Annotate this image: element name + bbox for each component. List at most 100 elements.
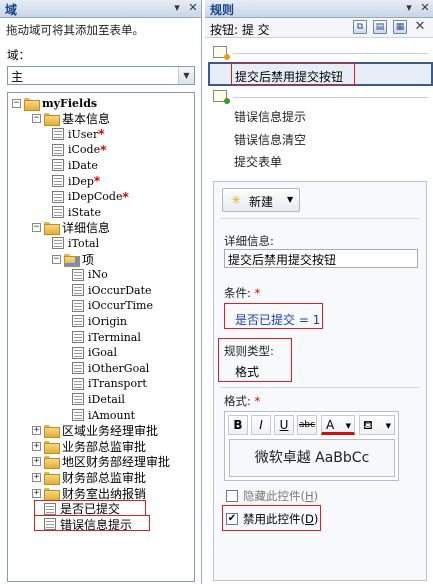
tree-group-item[interactable]: − 基本信息	[32, 111, 110, 127]
delete-icon[interactable]: ✕	[413, 20, 427, 34]
pane-close-icon[interactable]: ✕	[420, 1, 430, 14]
rule-item-submit-form[interactable]: 提交表单	[234, 153, 282, 170]
field-icon	[72, 284, 84, 297]
chevron-down-icon[interactable]: ▼	[178, 67, 194, 84]
data-source-select[interactable]: 主 ▼	[7, 66, 195, 85]
folder-icon	[44, 471, 60, 485]
tree-item-label: iUser	[68, 127, 99, 141]
condition-label: 条件: *	[224, 286, 261, 300]
tree-field-item[interactable]: iGoal	[72, 345, 117, 361]
tree-field-item[interactable]: iDep *	[52, 173, 100, 189]
fill-color-button[interactable]: ⛾ ▼	[359, 415, 395, 435]
action-rule-icon	[213, 90, 230, 104]
disable-control-label: 禁用此控件(D)	[243, 512, 319, 526]
highlight-box	[231, 63, 355, 86]
field-icon	[72, 393, 84, 406]
rules-pane-title: 规则	[210, 3, 235, 17]
hide-control-checkbox[interactable]: 隐藏此控件(H)	[226, 488, 318, 504]
copy-rule-icon[interactable]: ⧉	[353, 20, 367, 34]
tree-group-item[interactable]: + 业务部总监审批	[32, 438, 146, 454]
tree-field-item[interactable]: iCode *	[52, 142, 106, 158]
tree-group-item[interactable]: + 地区财务部经理审批	[32, 454, 170, 470]
italic-button[interactable]: I	[251, 415, 271, 435]
rule-details-panel: ✳ 新建 ▼ 详细信息: 提交后禁用提交按钮 条件: * 是否已提交 = 1 规…	[213, 181, 427, 581]
new-rule-button[interactable]: ✳ 新建 ▼	[222, 188, 300, 212]
expand-icon[interactable]: +	[32, 441, 41, 451]
field-icon	[52, 175, 64, 187]
collapse-icon[interactable]: −	[32, 223, 41, 233]
rule-item-error-prompt[interactable]: 错误信息提示	[234, 108, 306, 125]
bold-button[interactable]: B	[228, 415, 248, 435]
tree-item-label: iNo	[88, 268, 108, 282]
tree-group-item[interactable]: − 详细信息	[32, 220, 110, 236]
tree-group-item[interactable]: − 项	[52, 251, 94, 267]
expand-icon[interactable]: +	[32, 472, 41, 482]
tree-field-item[interactable]: iUser *	[52, 126, 104, 142]
separator	[220, 387, 420, 388]
tree-item-label: iDep	[68, 174, 94, 188]
fields-label: 域：	[7, 48, 30, 62]
fields-pane-title: 域	[5, 3, 18, 17]
tree-item-label: iOccurDate	[88, 283, 152, 297]
tree-field-item[interactable]: iOtherGoal	[72, 360, 149, 376]
tree-group-item[interactable]: − myFields	[12, 95, 97, 111]
field-icon	[72, 346, 84, 359]
field-icon	[52, 143, 64, 156]
tree-field-item[interactable]: iTerminal	[72, 329, 141, 345]
tree-field-item[interactable]: iDepCode *	[52, 189, 129, 205]
tree-field-item[interactable]: iNo	[72, 267, 108, 283]
expand-icon[interactable]: +	[32, 488, 41, 498]
tree-field-item[interactable]: iTransport	[72, 376, 147, 392]
tree-field-item[interactable]: iOrigin	[72, 313, 127, 329]
rule-item-error-clear[interactable]: 错误信息清空	[234, 131, 306, 148]
field-icon	[72, 362, 84, 375]
rule-details-input[interactable]: 提交后禁用提交按钮	[224, 249, 418, 268]
clipboard-icon[interactable]: ▦	[393, 20, 407, 34]
disable-control-checkbox[interactable]: ✔ 禁用此控件(D)	[226, 511, 318, 527]
tree-group-item[interactable]: + 财务部总监审批	[32, 469, 146, 485]
hide-control-label: 隐藏此控件(H)	[243, 489, 319, 503]
tree-field-item[interactable]: iAmount	[72, 407, 135, 423]
paste-rule-icon[interactable]: ▤	[373, 20, 387, 34]
rule-type-label: 规则类型:	[224, 344, 274, 358]
collapse-icon[interactable]: −	[32, 114, 41, 124]
fields-pane-header: 域 ▾ ✕	[0, 0, 201, 18]
tree-field-item[interactable]: iOccurDate	[72, 282, 152, 298]
strikethrough-button[interactable]: abc	[297, 415, 317, 435]
tree-field-item[interactable]: iState	[52, 204, 101, 220]
font-color-button[interactable]: A ▼	[321, 415, 355, 435]
tree-field-item[interactable]: iTotal	[52, 235, 99, 251]
folder-icon	[44, 456, 60, 470]
collapse-icon[interactable]: −	[52, 254, 61, 264]
font-color-label: A	[326, 418, 335, 432]
field-tree[interactable]: − myFields − 基本信息 iUser * iCode * iDate iDep * iDep…	[7, 92, 195, 582]
data-source-value: 主	[11, 70, 24, 84]
rules-subheader: 按钮: 提 交 ⧉ ▤ ▦ ✕	[205, 18, 433, 38]
format-rule-icon	[213, 46, 230, 60]
pane-close-icon[interactable]: ✕	[188, 1, 198, 14]
tree-item-label: iOrigin	[88, 314, 127, 328]
tree-group-item[interactable]: + 财务室出纳报销	[32, 485, 146, 501]
rules-pane-header: 规则 ▾ ✕	[205, 0, 433, 18]
rule-details-value: 提交后禁用提交按钮	[228, 253, 337, 267]
checkbox-checked-icon[interactable]: ✔	[226, 513, 238, 525]
tree-item-label: myFields	[42, 96, 98, 110]
tree-field-item[interactable]: iDate	[52, 157, 98, 173]
collapse-icon[interactable]: −	[12, 98, 21, 108]
expand-icon[interactable]: +	[32, 426, 41, 436]
tree-field-item[interactable]: iDetail	[72, 391, 125, 407]
expand-icon[interactable]: +	[32, 457, 41, 467]
checkbox-icon[interactable]	[226, 490, 238, 502]
folder-icon	[44, 440, 60, 454]
tree-group-item[interactable]: + 区域业务经理审批	[32, 423, 158, 439]
details-label: 详细信息:	[224, 234, 274, 248]
underline-button[interactable]: U	[274, 415, 294, 435]
fields-pane: 域 ▾ ✕ 拖动域可将其添加至表单。 域： 主 ▼ − myFields − 基本信息…	[0, 0, 202, 584]
required-marker: *	[122, 189, 129, 204]
condition-link[interactable]: 是否已提交 = 1	[235, 311, 320, 328]
field-icon	[72, 409, 84, 421]
tree-field-item[interactable]: iOccurTime	[72, 298, 153, 314]
tree-item-label: iOccurTime	[88, 299, 153, 313]
pane-menu-arrow-icon[interactable]: ▾	[172, 1, 182, 14]
pane-menu-arrow-icon[interactable]: ▾	[404, 1, 414, 14]
